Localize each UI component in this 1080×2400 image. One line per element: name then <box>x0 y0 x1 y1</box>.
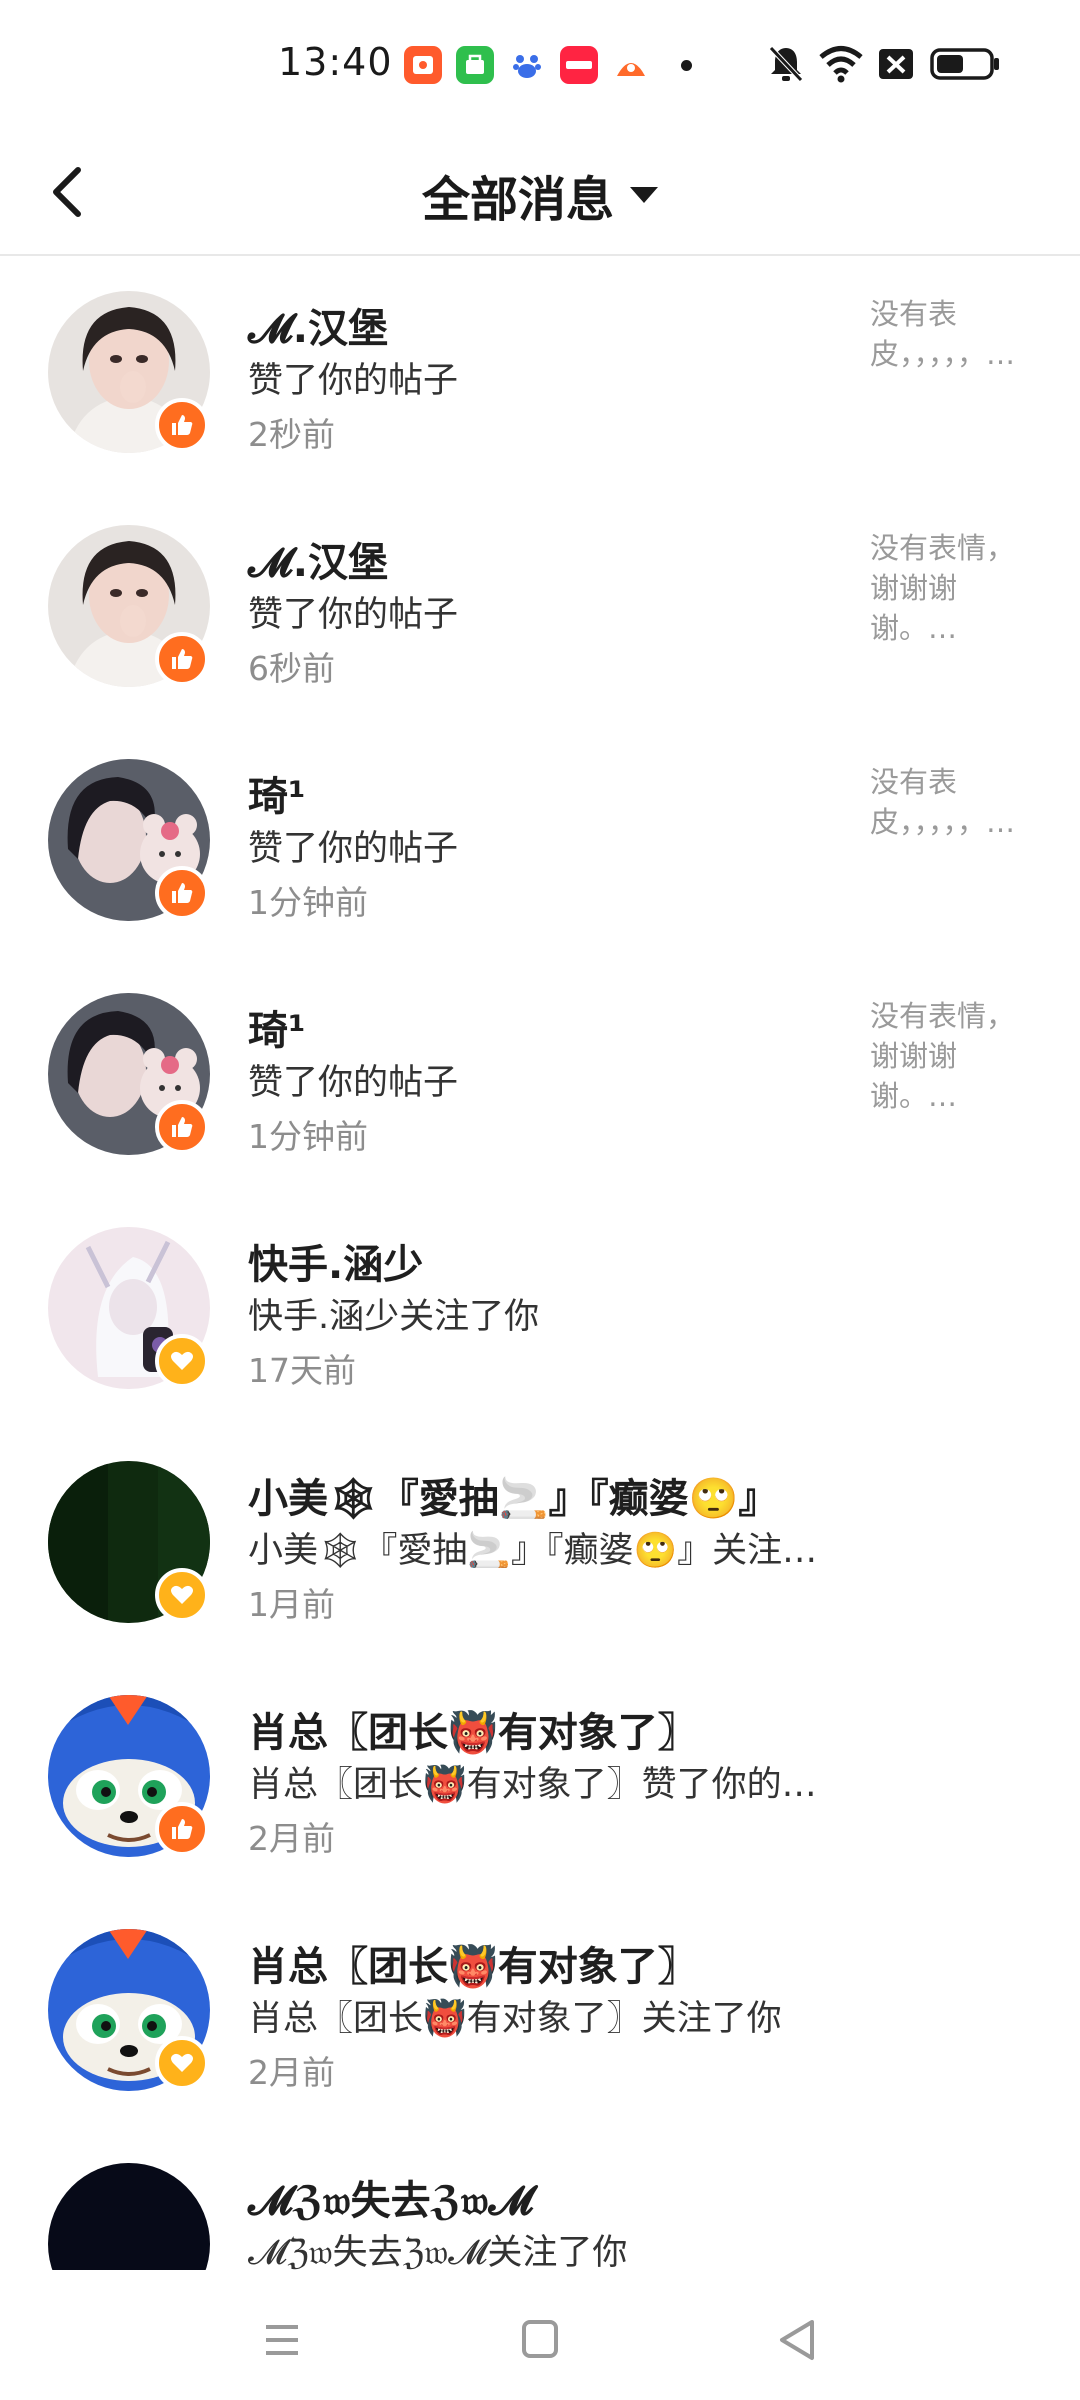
back-triangle-icon[interactable] <box>768 2310 828 2370</box>
message-item[interactable]: 肖总〖团长👹有对象了〗肖总〖团长👹有对象了〗赞了你的… 2月前 <box>0 1660 1080 1894</box>
message-action-text: 肖总〖团长👹有对象了〗关注了你 <box>248 1999 782 2039</box>
sender-name[interactable]: 肖总〖团长👹有对象了〗 <box>248 1934 698 1992</box>
message-time: 6秒前 <box>248 649 335 688</box>
message-action-text: 小美🕸『愛抽🚬』『癫婆🙄』关注… <box>248 1531 818 1571</box>
sender-name[interactable]: 肖总〖团长👹有对象了〗 <box>248 1700 698 1758</box>
menu-icon[interactable] <box>252 2310 312 2370</box>
message-item[interactable]: 肖总〖团长👹有对象了〗肖总〖团长👹有对象了〗关注了你 2月前 <box>0 1894 1080 2128</box>
sender-name[interactable]: 𝓜.汉堡 <box>248 296 388 354</box>
message-action-text: 快手.涵少关注了你 <box>248 1297 540 1337</box>
like-badge-icon <box>155 1100 209 1154</box>
caret-down-icon <box>630 187 658 203</box>
follow-heart-badge-icon <box>155 2036 209 2090</box>
message-time: 1月前 <box>248 1585 335 1624</box>
no-sim-icon <box>879 49 913 79</box>
status-bar: 13:40 <box>0 0 1080 130</box>
message-action-text: 赞了你的帖子 <box>248 361 459 401</box>
message-time: 2月前 <box>248 1819 335 1858</box>
post-preview[interactable]: 没有表皮，，，，，… <box>870 294 1030 374</box>
sender-name[interactable]: 琦¹ <box>248 998 306 1056</box>
game-app-icon <box>612 46 650 84</box>
sender-name[interactable]: 小美🕸『愛抽🚬』『癫婆🙄』 <box>248 1466 778 1524</box>
like-badge-icon <box>155 866 209 920</box>
mute-bell-icon <box>769 46 803 82</box>
xiaohongshu-app-icon <box>560 46 598 84</box>
post-preview[interactable]: 没有表情，谢谢谢谢。… <box>870 996 1030 1116</box>
message-item[interactable]: 𝓜.汉堡赞了你的帖子 2秒前 没有表皮，，，，，… <box>0 256 1080 490</box>
message-time: 17天前 <box>248 1351 356 1390</box>
home-icon[interactable] <box>510 2310 570 2370</box>
header: 全部消息 <box>0 130 1080 256</box>
message-item[interactable]: 琦¹ 赞了你的帖子 1分钟前 没有表皮，，，，，… <box>0 724 1080 958</box>
message-list: 𝓜.汉堡 赞了你的帖子 2秒前 没有表皮，，，，，… 𝓜.汉堡 赞了你的帖子 6秒前 没有表情… <box>0 256 1080 2362</box>
message-time: 2秒前 <box>248 415 335 454</box>
message-item[interactable]: 快手.涵少快手.涵少关注了你 17天前 <box>0 1192 1080 1426</box>
message-time: 1分钟前 <box>248 1117 368 1156</box>
sender-name[interactable]: 快手.涵少 <box>248 1232 423 1290</box>
follow-heart-badge-icon <box>155 1568 209 1622</box>
kuaishou-app-icon <box>404 46 442 84</box>
status-time: 13:40 <box>278 40 393 84</box>
baidu-app-icon <box>508 46 546 84</box>
page-title: 全部消息 <box>421 172 614 228</box>
shopping-app-icon <box>456 46 494 84</box>
post-preview[interactable]: 没有表皮，，，，，… <box>870 762 1030 842</box>
message-action-text: 𝓜ℨ𝔴失去ℨ𝔴𝓜关注了你 <box>248 2233 628 2273</box>
message-action-text: 肖总〖团长👹有对象了〗赞了你的… <box>248 1765 817 1805</box>
system-nav-bar <box>0 2270 1080 2400</box>
message-time: 1分钟前 <box>248 883 368 922</box>
sender-name[interactable]: 𝓜.汉堡 <box>248 530 388 588</box>
message-item[interactable]: 𝓜.汉堡赞了你的帖子 6秒前 没有表情，谢谢谢谢。… <box>0 490 1080 724</box>
message-filter-dropdown[interactable]: 全部消息 <box>0 160 1080 230</box>
post-preview[interactable]: 没有表情，谢谢谢谢。… <box>870 528 1030 648</box>
battery-icon <box>930 48 999 80</box>
more-notifications-dot <box>681 60 692 71</box>
message-action-text: 赞了你的帖子 <box>248 595 459 635</box>
message-item[interactable]: 琦¹ 赞了你的帖子 1分钟前 没有表情，谢谢谢谢。… <box>0 958 1080 1192</box>
like-badge-icon <box>155 632 209 686</box>
message-action-text: 赞了你的帖子 <box>248 829 459 869</box>
message-item[interactable]: 小美🕸『愛抽🚬』『癫婆🙄』小美🕸『愛抽🚬』『癫婆🙄』关注… 1月前 <box>0 1426 1080 1660</box>
wifi-icon <box>819 46 863 83</box>
message-time: 2月前 <box>248 2053 335 2092</box>
like-badge-icon <box>155 1802 209 1856</box>
like-badge-icon <box>155 398 209 452</box>
sender-name[interactable]: 𝓜ℨ𝔴失去ℨ𝔴𝓜 <box>248 2168 533 2226</box>
message-action-text: 赞了你的帖子 <box>248 1063 459 1103</box>
sender-name[interactable]: 琦¹ <box>248 764 306 822</box>
follow-heart-badge-icon <box>155 1334 209 1388</box>
